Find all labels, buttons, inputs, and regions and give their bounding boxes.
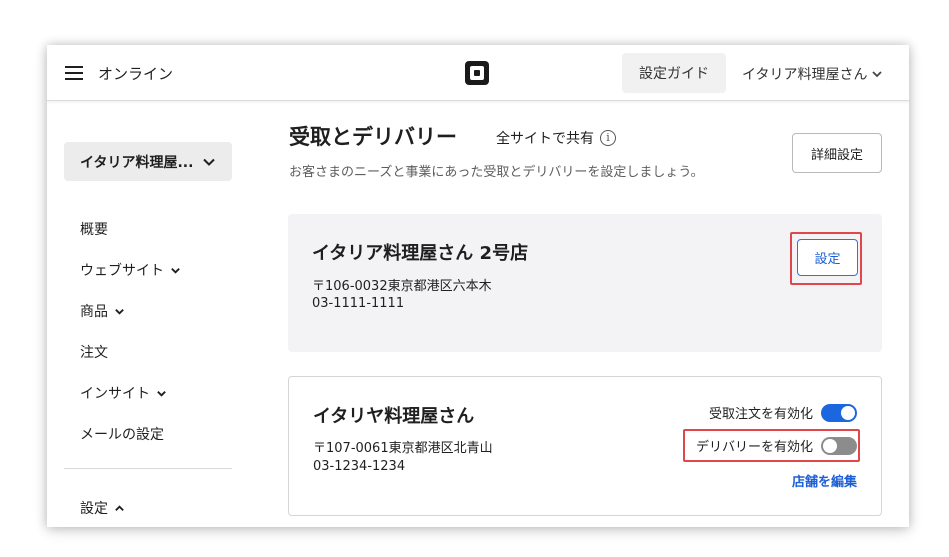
store-setup-button[interactable]: 設定 — [797, 239, 858, 276]
store-select-label: イタリア料理屋... — [80, 154, 194, 171]
sidebar-divider — [64, 468, 232, 469]
sidebar-item-products[interactable]: 商品 — [80, 301, 125, 321]
square-logo-icon[interactable] — [465, 61, 489, 85]
edit-store-link[interactable]: 店舗を編集 — [792, 471, 857, 490]
account-name: イタリア料理屋さん — [742, 67, 868, 83]
sidebar-item-label: 注文 — [80, 345, 108, 361]
store-name: イタリヤ料理屋さん — [313, 406, 475, 427]
account-menu[interactable]: イタリア料理屋さん — [742, 64, 883, 84]
share-across-sites: 全サイトで共有 i — [496, 128, 616, 148]
sidebar-item-label: 設定 — [80, 501, 108, 517]
store-card: イタリア料理屋さん 2号店 〒106-0032東京都港区六本木 03-1111-… — [288, 214, 882, 352]
delivery-toggle-label: デリバリーを有効化 — [695, 440, 813, 455]
sidebar-item-email-settings[interactable]: メールの設定 — [80, 424, 164, 444]
pickup-toggle[interactable] — [821, 403, 857, 422]
sidebar-item-label: メールの設定 — [80, 427, 164, 443]
app-title: オンライン — [98, 65, 174, 83]
page-title: 受取とデリバリー — [289, 125, 457, 149]
sidebar-item-insights[interactable]: インサイト — [80, 383, 167, 403]
sidebar-item-label: インサイト — [80, 386, 150, 402]
store-select-dropdown[interactable]: イタリア料理屋... — [64, 142, 232, 181]
delivery-toggle-row: デリバリーを有効化 — [696, 436, 857, 455]
chevron-down-icon — [115, 308, 124, 315]
delivery-toggle[interactable] — [821, 436, 857, 455]
sidebar-item-overview[interactable]: 概要 — [80, 219, 108, 239]
advanced-settings-button[interactable]: 詳細設定 — [792, 133, 882, 173]
chevron-down-icon — [157, 390, 166, 397]
info-icon[interactable]: i — [600, 130, 616, 146]
share-label: 全サイトで共有 — [496, 131, 594, 147]
sidebar-item-label: ウェブサイト — [80, 263, 164, 279]
sidebar-item-label: 商品 — [80, 304, 108, 320]
store-name: イタリア料理屋さん 2号店 — [312, 243, 529, 264]
chevron-down-icon — [171, 267, 180, 274]
sidebar-item-settings[interactable]: 設定 — [80, 498, 125, 518]
setup-guide-button[interactable]: 設定ガイド — [622, 53, 726, 93]
page-subtitle: お客さまのニーズと事業にあった受取とデリバリーを設定しましょう。 — [289, 165, 704, 180]
sidebar-item-website[interactable]: ウェブサイト — [80, 260, 181, 280]
sidebar-item-orders[interactable]: 注文 — [80, 342, 108, 362]
chevron-down-icon — [872, 71, 883, 78]
store-address: 〒106-0032東京都港区六本木 — [312, 279, 492, 294]
store-phone: 03-1111-1111 — [312, 296, 405, 311]
store-address: 〒107-0061東京都港区北青山 — [313, 441, 493, 456]
hamburger-menu-icon[interactable] — [65, 66, 83, 80]
chevron-down-icon — [203, 158, 215, 166]
top-bar: オンライン 設定ガイド イタリア料理屋さん — [47, 45, 909, 101]
pickup-toggle-label: 受取注文を有効化 — [708, 407, 813, 422]
store-phone: 03-1234-1234 — [313, 459, 406, 474]
chevron-up-icon — [115, 504, 124, 511]
pickup-toggle-row: 受取注文を有効化 — [709, 403, 857, 422]
store-card: イタリヤ料理屋さん 〒107-0061東京都港区北青山 03-1234-1234… — [288, 376, 882, 516]
app-window: オンライン 設定ガイド イタリア料理屋さん イタリア料理屋... 概要 ウェブサ… — [47, 45, 909, 527]
sidebar-item-label: 概要 — [80, 222, 108, 238]
